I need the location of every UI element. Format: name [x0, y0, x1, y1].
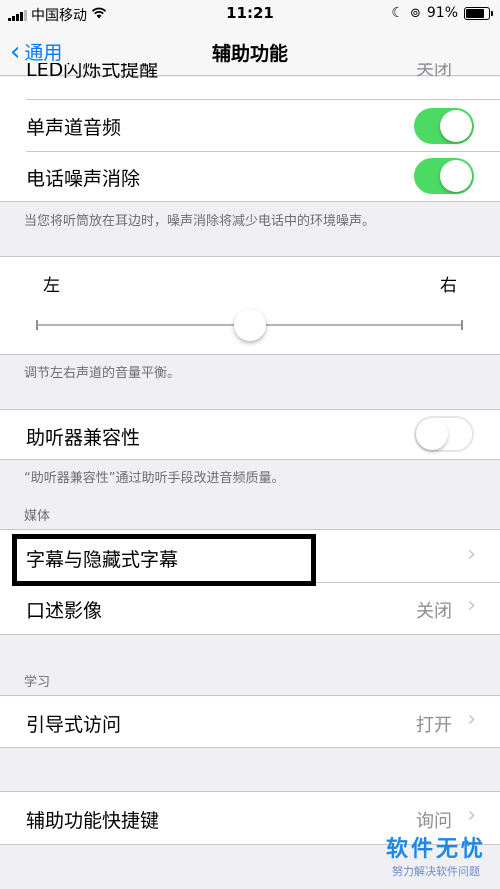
guided-access-label: 引导式访问 — [26, 714, 122, 736]
audio-description-label: 口述影像 — [26, 600, 103, 622]
divider — [0, 634, 500, 635]
partial-row-label: LED闪烁式提醒 — [26, 63, 159, 81]
balance-group: 左 右 — [0, 257, 500, 354]
slider-tick-left — [36, 320, 38, 330]
noise-cancel-label: 电话噪声消除 — [26, 168, 141, 190]
hearing-label: 助听器兼容性 — [26, 427, 141, 449]
guided-access-value: 打开 — [416, 715, 452, 736]
audio-description-value: 关闭 — [416, 601, 452, 622]
orientation-lock-icon: ⊚ — [409, 5, 421, 21]
highlight-box — [12, 534, 316, 586]
status-right: ☾ ⊚ 91% — [391, 5, 493, 21]
balance-footnote: 调节左右声道的音量平衡。 — [24, 366, 181, 381]
battery-percent: 91% — [426, 5, 458, 21]
watermark-title: 软件无忧 — [385, 837, 486, 862]
slider-tick-right — [461, 320, 463, 330]
mono-audio-toggle[interactable] — [414, 108, 474, 144]
toggle-knob — [416, 418, 448, 450]
chevron-right-icon: › — [467, 593, 476, 618]
balance-right-label: 右 — [440, 276, 457, 296]
learning-section-header: 学习 — [24, 675, 51, 690]
chevron-right-icon: › — [467, 542, 476, 567]
shortcut-value: 询问 — [416, 811, 452, 832]
divider — [0, 354, 500, 355]
divider — [0, 459, 500, 460]
page-title: 辅助功能 — [211, 43, 288, 65]
battery-icon — [464, 6, 493, 20]
hearing-group: 助听器兼容性 — [0, 410, 500, 459]
hearing-footnote: “助听器兼容性”通过助听手段改进音频质量。 — [24, 471, 285, 486]
learning-group: 引导式访问 打开 › — [0, 696, 500, 747]
balance-left-label: 左 — [43, 276, 60, 296]
mono-audio-row: 单声道音频 — [0, 100, 500, 151]
watermark-subtitle: 努力解决软件问题 — [391, 865, 480, 878]
chevron-right-icon: › — [467, 803, 476, 828]
battery-fill — [466, 8, 484, 18]
divider — [0, 201, 500, 202]
audio-group: LED闪烁式提醒 关闭 单声道音频 电话噪声消除 — [0, 63, 500, 201]
noise-cancel-row: 电话噪声消除 — [0, 152, 500, 201]
chevron-right-icon: › — [467, 707, 476, 732]
toggle-knob — [440, 160, 472, 192]
shortcut-label: 辅助功能快捷键 — [26, 810, 160, 832]
status-bar: 中国移动 11:21 ☾ ⊚ 91% — [0, 0, 500, 26]
noise-cancel-toggle[interactable] — [414, 158, 474, 194]
watermark-logo: 软件无忧 努力解决软件问题 — [386, 831, 486, 879]
balance-slider-thumb[interactable] — [234, 309, 266, 341]
audio-description-row[interactable]: 口述影像 关闭 › — [0, 583, 500, 634]
noise-footnote: 当您将听筒放在耳边时，噪声消除将减少电话中的环境噪声。 — [24, 214, 376, 229]
media-section-header: 媒体 — [24, 509, 51, 524]
moon-icon: ☾ — [391, 5, 404, 21]
hearing-toggle[interactable] — [414, 416, 474, 452]
partial-row[interactable]: LED闪烁式提醒 关闭 — [0, 63, 500, 83]
mono-audio-label: 单声道音频 — [26, 117, 122, 139]
divider — [0, 747, 500, 748]
toggle-knob — [440, 110, 472, 142]
guided-access-row[interactable]: 引导式访问 打开 › — [0, 696, 500, 747]
partial-row-value: 关闭 — [416, 63, 452, 80]
